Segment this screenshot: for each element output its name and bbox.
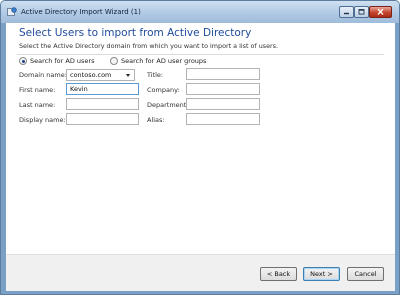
maximize-icon xyxy=(358,9,365,15)
company-label: Company: xyxy=(147,86,180,94)
domain-name-dropdown[interactable]: contoso.com xyxy=(66,69,135,81)
last-name-label: Last name: xyxy=(19,101,56,109)
next-button[interactable]: Next > xyxy=(303,267,340,281)
company-field[interactable] xyxy=(186,83,260,95)
minimize-icon xyxy=(344,12,349,15)
domain-name-value: contoso.com xyxy=(70,71,112,79)
wizard-footer: < Back Next > Cancel xyxy=(6,254,395,291)
wizard-app-icon xyxy=(7,7,17,17)
radio-selected-icon xyxy=(19,57,27,65)
last-name-field[interactable] xyxy=(66,98,139,110)
display-name-label: Display name: xyxy=(19,116,66,124)
department-field[interactable] xyxy=(186,98,260,110)
radio-label-ad-groups: Search for AD user groups xyxy=(121,57,207,65)
cancel-button[interactable]: Cancel xyxy=(347,267,384,281)
wizard-content: Select Users to import from Active Direc… xyxy=(6,23,395,291)
radio-search-ad-users[interactable]: Search for AD users xyxy=(19,57,94,65)
alias-label: Alias: xyxy=(147,116,165,124)
close-button[interactable] xyxy=(369,6,392,18)
back-button[interactable]: < Back xyxy=(260,267,297,281)
title-bar[interactable]: Active Directory Import Wizard (1) xyxy=(1,1,399,23)
close-icon xyxy=(377,8,384,15)
maximize-button[interactable] xyxy=(354,6,369,18)
minimize-button[interactable] xyxy=(339,6,354,18)
display-name-field[interactable] xyxy=(66,113,139,125)
first-name-field[interactable]: Kevin xyxy=(66,83,139,95)
header-divider xyxy=(17,54,384,55)
window-title: Active Directory Import Wizard (1) xyxy=(21,8,141,16)
page-description: Select the Active Directory domain from … xyxy=(19,42,279,50)
department-label: Department: xyxy=(147,101,189,109)
radio-label-ad-users: Search for AD users xyxy=(30,57,95,65)
wizard-window: Active Directory Import Wizard (1) Selec… xyxy=(0,0,400,295)
domain-name-label: Domain name: xyxy=(19,71,67,79)
title-label: Title: xyxy=(147,71,164,79)
radio-unselected-icon xyxy=(110,57,118,65)
title-field[interactable] xyxy=(186,68,260,80)
first-name-label: First name: xyxy=(19,86,56,94)
chevron-down-icon xyxy=(126,74,130,77)
alias-field[interactable] xyxy=(186,113,260,125)
radio-search-ad-groups[interactable]: Search for AD user groups xyxy=(110,57,206,65)
page-title: Select Users to import from Active Direc… xyxy=(19,27,252,39)
